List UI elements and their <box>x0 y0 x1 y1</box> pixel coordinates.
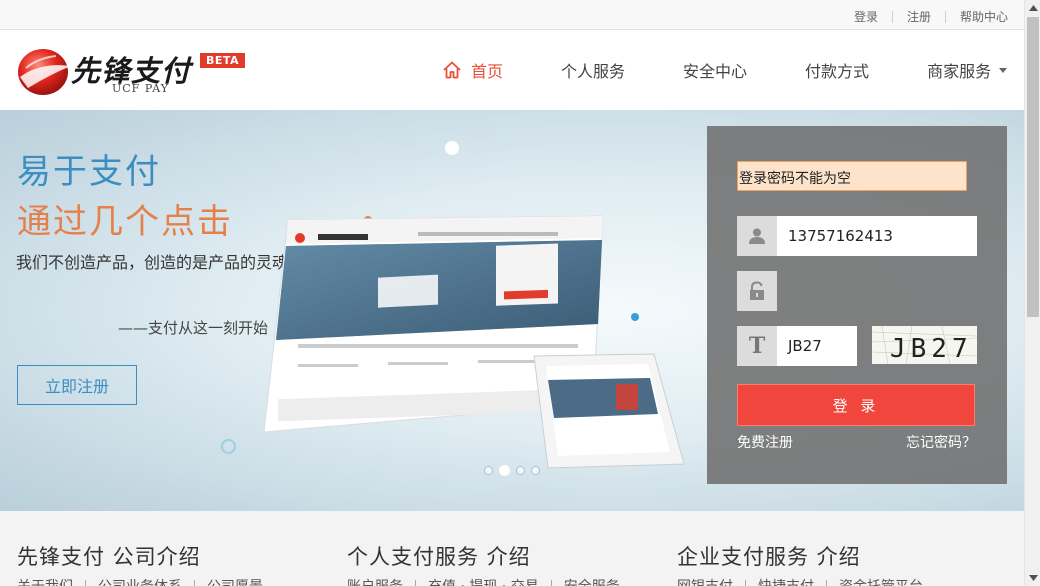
intro-title: 个人支付服务 介绍 <box>347 545 531 569</box>
intro-link[interactable]: 快捷支付 <box>758 576 814 586</box>
site-header: 先锋支付 UCF PAY BETA 首页 个人服务 安全中心 付款方式 商家服务 <box>0 30 1024 110</box>
logo-globe-icon <box>18 49 71 95</box>
login-submit-button[interactable]: 登 录 <box>737 384 975 426</box>
login-panel: 登录密码不能为空 13757162413 T JB27 JB27 登 录 免费注… <box>707 126 1007 484</box>
intro-link[interactable]: 充值 · 提现 · 交易 <box>428 576 539 586</box>
carousel-dot[interactable] <box>516 466 525 475</box>
scroll-up-arrow-icon[interactable] <box>1025 0 1040 16</box>
chevron-down-icon <box>999 67 1008 73</box>
top-login-link[interactable]: 登录 <box>854 8 878 25</box>
scrollbar-thumb[interactable] <box>1027 17 1039 317</box>
intro-column-enterprise: 企业支付服务 介绍 网银支付 快捷支付 资金托管平台 <box>677 541 923 586</box>
intro-link[interactable]: 公司愿景 <box>207 576 263 586</box>
intro-links: 网银支付 快捷支付 资金托管平台 <box>677 576 923 586</box>
divider <box>944 10 946 23</box>
slogan-primary: 易于支付 <box>17 152 161 192</box>
nav-payment-label: 付款方式 <box>805 62 870 81</box>
intro-column-personal: 个人支付服务 介绍 账户服务 充值 · 提现 · 交易 安全服务 <box>347 541 620 586</box>
captcha-text: JB27 <box>890 334 973 364</box>
intro-title: 企业支付服务 介绍 <box>677 545 861 569</box>
decor-dot <box>445 141 459 155</box>
divider <box>891 10 893 23</box>
carousel-dot[interactable] <box>531 466 540 475</box>
logo-sub: UCF PAY <box>112 82 169 95</box>
nav-payment[interactable]: 付款方式 <box>805 58 869 82</box>
intro-links: 关于我们 公司业务体系 公司愿景 <box>17 576 263 586</box>
intro-link[interactable]: 网银支付 <box>677 576 733 586</box>
nav-merchant[interactable]: 商家服务 <box>927 58 1008 82</box>
scroll-down-arrow-icon[interactable] <box>1025 570 1040 586</box>
hero-banner: 易于支付 通过几个点击 我们不创造产品，创造的是产品的灵魂。 ——支付从这一刻开… <box>0 110 1024 511</box>
carousel-indicators <box>484 465 540 476</box>
site-logo[interactable]: 先锋支付 UCF PAY BETA <box>16 44 246 100</box>
text-t-icon: T <box>737 326 777 366</box>
lock-icon <box>737 271 777 311</box>
top-utility-bar: 登录 注册 帮助中心 <box>0 0 1024 30</box>
beta-badge: BETA <box>200 53 246 68</box>
carousel-dot-active[interactable] <box>499 465 510 476</box>
intro-title: 先锋支付 公司介绍 <box>17 545 201 569</box>
top-register-link[interactable]: 注册 <box>907 8 931 25</box>
nav-home-label: 首页 <box>471 62 504 81</box>
user-icon <box>737 216 777 256</box>
nav-security[interactable]: 安全中心 <box>683 58 747 82</box>
divider <box>826 579 827 586</box>
tablet-mockup-image <box>533 353 685 469</box>
carousel-dot[interactable] <box>484 466 493 475</box>
nav-personal-label: 个人服务 <box>561 62 626 81</box>
divider <box>415 579 416 586</box>
password-input[interactable] <box>777 271 977 311</box>
login-error-message: 登录密码不能为空 <box>737 161 967 191</box>
slogan-secondary: 通过几个点击 <box>17 202 233 242</box>
register-now-button[interactable]: 立即注册 <box>17 365 137 405</box>
decor-dot <box>631 313 639 321</box>
main-nav: 首页 个人服务 安全中心 付款方式 商家服务 <box>442 30 1008 110</box>
captcha-row: T JB27 JB27 <box>737 326 977 366</box>
top-help-link[interactable]: 帮助中心 <box>960 8 1008 25</box>
intro-link[interactable]: 公司业务体系 <box>98 576 182 586</box>
captcha-input[interactable]: JB27 <box>777 326 857 366</box>
intro-section: 先锋支付 公司介绍 关于我们 公司业务体系 公司愿景 个人支付服务 介绍 账户服… <box>0 511 1024 586</box>
page-scrollbar[interactable] <box>1024 0 1040 586</box>
intro-link[interactable]: 安全服务 <box>564 576 620 586</box>
divider <box>745 579 746 586</box>
forgot-password-link[interactable]: 忘记密码？ <box>906 432 976 452</box>
intro-link[interactable]: 账户服务 <box>347 576 403 586</box>
home-icon <box>443 61 461 79</box>
captcha-image[interactable]: JB27 <box>872 326 977 364</box>
intro-column-company: 先锋支付 公司介绍 关于我们 公司业务体系 公司愿景 <box>17 541 263 586</box>
banner-motto: ——支付从这一刻开始 <box>118 319 269 337</box>
decor-dot <box>221 439 236 454</box>
nav-merchant-label: 商家服务 <box>927 62 992 81</box>
username-input[interactable]: 13757162413 <box>777 216 977 256</box>
top-links: 登录 注册 帮助中心 <box>854 8 1008 25</box>
password-row <box>737 271 977 311</box>
divider <box>550 579 552 586</box>
intro-links: 账户服务 充值 · 提现 · 交易 安全服务 <box>347 576 620 586</box>
free-register-link[interactable]: 免费注册 <box>737 432 793 452</box>
nav-personal[interactable]: 个人服务 <box>561 58 625 82</box>
divider <box>85 579 86 586</box>
intro-link[interactable]: 关于我们 <box>17 576 73 586</box>
nav-security-label: 安全中心 <box>683 62 748 81</box>
divider <box>194 579 195 586</box>
intro-link[interactable]: 资金托管平台 <box>839 576 923 586</box>
username-row: 13757162413 <box>737 216 977 256</box>
nav-home[interactable]: 首页 <box>442 58 503 82</box>
